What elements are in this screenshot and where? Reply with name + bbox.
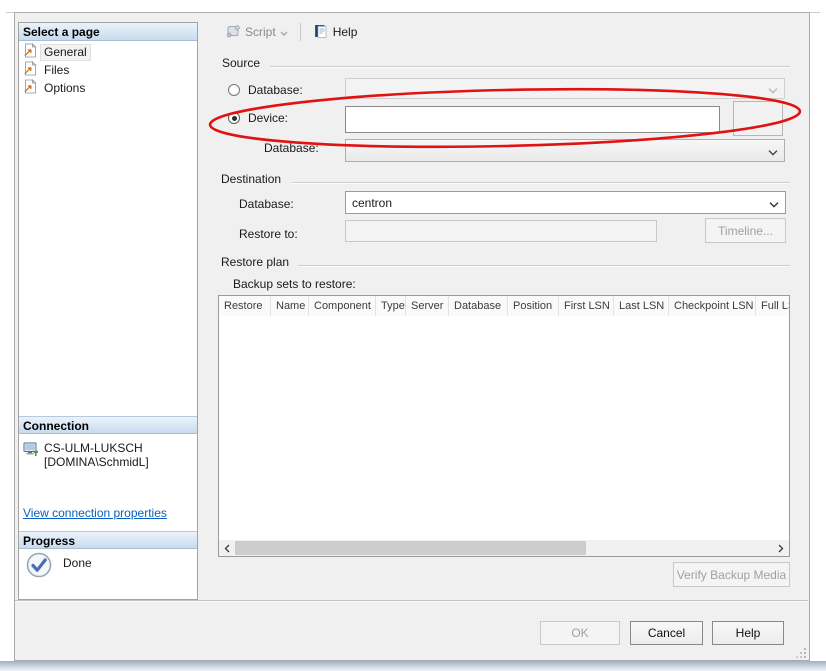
help-toolbar-label: Help <box>333 25 358 39</box>
view-connection-properties-link[interactable]: View connection properties <box>23 506 167 520</box>
progress-status-label: Done <box>63 556 92 570</box>
scrollbar-thumb[interactable] <box>235 541 586 555</box>
timeline-button[interactable]: Timeline... <box>705 218 786 243</box>
server-icon <box>23 441 39 460</box>
column-header-restore[interactable]: Restore <box>219 296 271 316</box>
destination-group-line <box>292 182 790 184</box>
source-group-label: Source <box>222 56 260 70</box>
chevron-down-icon <box>768 83 778 97</box>
connection-user-name: [DOMINA\SchmidL] <box>44 455 149 469</box>
column-header-type[interactable]: Type <box>376 296 406 316</box>
column-header-component[interactable]: Component <box>309 296 376 316</box>
column-header-full-lsn[interactable]: Full LSN <box>756 296 789 316</box>
scroll-left-button[interactable] <box>219 540 235 556</box>
column-header-position[interactable]: Position <box>508 296 559 316</box>
restore-plan-group-label: Restore plan <box>221 255 289 269</box>
select-a-page-panel: Select a page General Files Options Conn… <box>18 22 198 600</box>
destination-database-label: Database: <box>239 197 294 211</box>
sidebar-item-label: Files <box>41 63 72 78</box>
ok-button[interactable]: OK <box>540 621 620 645</box>
device-input[interactable] <box>345 106 720 133</box>
connection-info: CS-ULM-LUKSCH [DOMINA\SchmidL] <box>23 441 149 469</box>
script-button[interactable]: Script <box>222 21 291 44</box>
column-header-first-lsn[interactable]: First LSN <box>559 296 614 316</box>
horizontal-scrollbar[interactable] <box>219 540 789 556</box>
column-header-name[interactable]: Name <box>271 296 309 316</box>
page-arrow-icon <box>23 43 37 61</box>
column-header-server[interactable]: Server <box>406 296 449 316</box>
scrollbar-track[interactable] <box>235 540 773 556</box>
source-database-combo[interactable] <box>345 78 785 99</box>
destination-group-label: Destination <box>221 172 281 186</box>
sidebar-item-options[interactable]: Options <box>21 79 195 97</box>
connection-server-name: CS-ULM-LUKSCH <box>44 441 149 455</box>
cancel-button[interactable]: Cancel <box>630 621 703 645</box>
backup-sets-table: Restore Name Component Type Server Datab… <box>218 295 790 557</box>
destination-database-combo[interactable]: centron <box>345 191 786 214</box>
help-button[interactable]: Help <box>712 621 784 645</box>
progress-status: Done <box>25 551 92 582</box>
source-device-database-combo[interactable] <box>345 139 785 162</box>
source-database-radio-label: Database: <box>248 83 303 97</box>
script-scroll-icon <box>225 23 241 42</box>
resize-grip[interactable] <box>795 647 807 659</box>
restore-to-input[interactable] <box>345 220 657 242</box>
verify-backup-media-button[interactable]: Verify Backup Media <box>673 562 790 587</box>
progress-header: Progress <box>19 531 197 549</box>
window-bottom-edge <box>0 661 826 671</box>
sidebar-item-label: Options <box>41 81 88 96</box>
source-device-radio-label: Device: <box>248 111 288 125</box>
toolbar-separator <box>300 23 301 41</box>
column-header-database[interactable]: Database <box>449 296 508 316</box>
source-database-dropdown-label: Database: <box>264 141 319 155</box>
chevron-down-icon <box>280 25 288 39</box>
backup-sets-table-body <box>219 316 789 539</box>
column-header-last-lsn[interactable]: Last LSN <box>614 296 669 316</box>
source-device-radio[interactable] <box>228 112 240 124</box>
scroll-right-button[interactable] <box>773 540 789 556</box>
column-header-checkpoint-lsn[interactable]: Checkpoint LSN <box>669 296 756 316</box>
sidebar-item-general[interactable]: General <box>21 43 195 61</box>
page-arrow-icon <box>23 61 37 79</box>
help-toolbar-button[interactable]: Help <box>310 21 361 44</box>
select-a-page-header: Select a page <box>19 23 197 41</box>
backup-sets-table-header: Restore Name Component Type Server Datab… <box>219 296 789 317</box>
restore-plan-group-line <box>298 265 790 267</box>
backup-sets-label: Backup sets to restore: <box>233 277 356 291</box>
destination-database-value: centron <box>346 196 392 210</box>
sidebar-item-label: General <box>41 45 90 60</box>
restore-to-label: Restore to: <box>239 227 298 241</box>
source-database-radio[interactable] <box>228 84 240 96</box>
sidebar-item-files[interactable]: Files <box>21 61 195 79</box>
browse-device-button[interactable] <box>733 101 783 136</box>
chevron-down-icon <box>769 197 779 211</box>
page-arrow-icon <box>23 79 37 97</box>
source-group-line <box>270 66 790 68</box>
footer-divider <box>15 600 808 602</box>
dialog-toolbar: Script Help <box>222 21 360 43</box>
done-check-icon <box>25 551 53 582</box>
script-button-label: Script <box>245 25 276 39</box>
help-book-icon <box>313 23 329 42</box>
connection-header: Connection <box>19 416 197 434</box>
chevron-down-icon <box>768 145 778 159</box>
